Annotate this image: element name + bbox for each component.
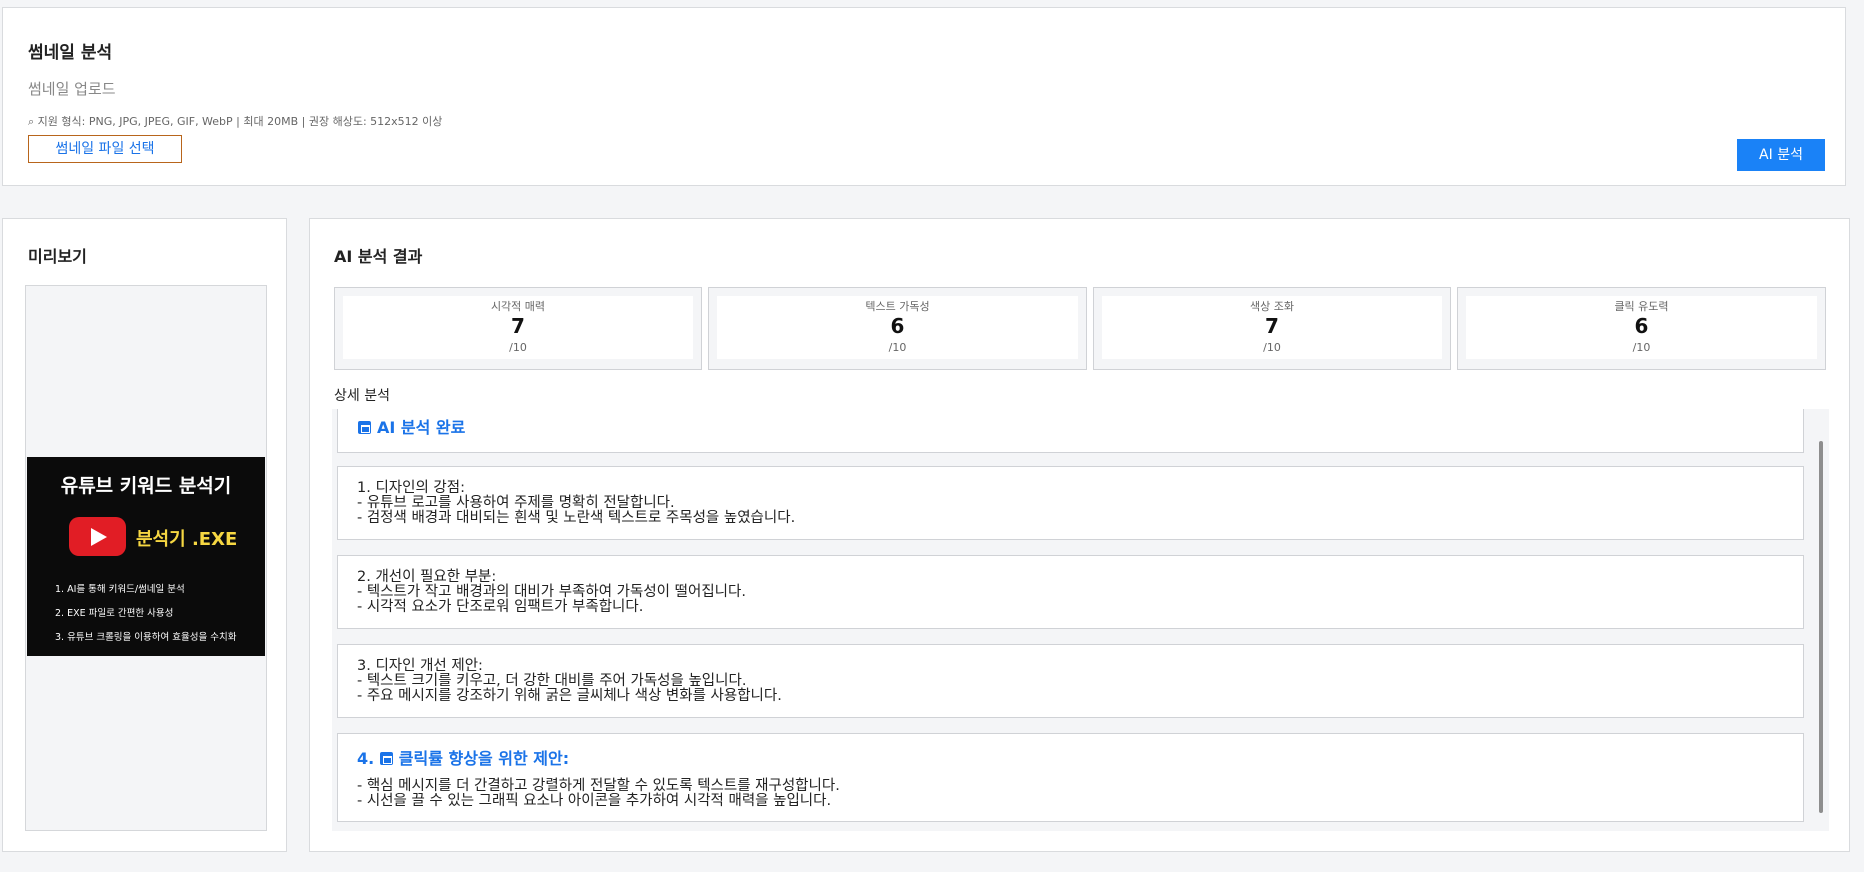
score-name: 텍스트 가독성 xyxy=(865,300,930,313)
section-title: 클릭률 향상을 위한 제안: xyxy=(398,749,570,768)
box-icon xyxy=(379,752,393,765)
score-value: 6 xyxy=(1634,314,1649,338)
score-card-click-appeal: 클릭 유도력 6 /10 xyxy=(1457,287,1826,370)
score-name: 클릭 유도력 xyxy=(1614,300,1669,313)
preview-area: 유튜브 키워드 분석기 분석기 .EXE 1. AI를 통해 키워드/썸네일 분… xyxy=(25,285,267,831)
score-value: 6 xyxy=(890,314,905,338)
section-title: 1. 디자인의 강점: xyxy=(357,480,465,496)
score-card-visual-appeal: 시각적 매력 7 /10 xyxy=(334,287,702,370)
thumbnail-list-item: 3. 유튜브 크롤링을 이용하여 효율성을 수치화 xyxy=(55,632,237,643)
preview-title: 미리보기 xyxy=(28,247,87,266)
thumbnail-list: 1. AI를 통해 키워드/썸네일 분석 2. EXE 파일로 간편한 사용성 … xyxy=(55,578,236,650)
section-strengths: 1. 디자인의 강점: - 유튜브 로고를 사용하여 주제를 명확히 전달합니다… xyxy=(337,466,1804,540)
section-line: - 주요 메시지를 강조하기 위해 굵은 글씨체나 색상 변화를 사용합니다. xyxy=(357,688,782,704)
section-title: 3. 디자인 개선 제안: xyxy=(357,658,483,674)
ai-analyze-button[interactable]: AI 분석 xyxy=(1737,139,1825,171)
score-name: 시각적 매력 xyxy=(490,300,546,313)
thumbnail-list-item: 2. EXE 파일로 간편한 사용성 xyxy=(55,608,174,619)
detail-scroll-area[interactable]: AI 분석 완료 1. 디자인의 강점: - 유튜브 로고를 사용하여 주제를 … xyxy=(332,409,1829,831)
thumbnail-exe-text: 분석기 .EXE xyxy=(136,529,238,550)
section-improvements: 2. 개선이 필요한 부분: - 텍스트가 작고 배경과의 대비가 부족하여 가… xyxy=(337,555,1804,629)
score-card-color-harmony: 색상 조화 7 /10 xyxy=(1093,287,1451,370)
section-line: - 시각적 요소가 단조로워 임팩트가 부족합니다. xyxy=(357,599,644,615)
thumbnail-list-item: 1. AI를 통해 키워드/썸네일 분석 xyxy=(55,584,185,595)
magnifier-icon: ⌕ xyxy=(28,115,35,128)
detail-analysis-label: 상세 분석 xyxy=(334,388,390,404)
upload-card: 썸네일 분석 썸네일 업로드 ⌕ 지원 형식: PNG, JPG, JPEG, … xyxy=(2,7,1846,186)
upload-note-text: 지원 형식: PNG, JPG, JPEG, GIF, WebP | 최대 20… xyxy=(37,115,443,128)
thumbnail-image: 유튜브 키워드 분석기 분석기 .EXE 1. AI를 통해 키워드/썸네일 분… xyxy=(27,457,265,656)
preview-card: 미리보기 유튜브 키워드 분석기 분석기 .EXE 1. AI를 통해 키워드/… xyxy=(2,218,287,852)
score-max: /10 xyxy=(1632,341,1651,354)
section-line: - 텍스트 크기를 키우고, 더 강한 대비를 주어 가독성을 높입니다. xyxy=(357,673,747,689)
section-title: 2. 개선이 필요한 부분: xyxy=(357,569,497,585)
score-card-text-readability: 텍스트 가독성 6 /10 xyxy=(708,287,1087,370)
score-value: 7 xyxy=(1265,314,1279,338)
score-max: /10 xyxy=(888,341,907,354)
section-line: - 유튜브 로고를 사용하여 주제를 명확히 전달합니다. xyxy=(357,495,675,511)
thumbnail-headline: 유튜브 키워드 분석기 xyxy=(60,475,232,497)
score-name: 색상 조화 xyxy=(1250,300,1294,313)
analysis-complete-heading: AI 분석 완료 xyxy=(358,418,465,437)
section-line: - 시선을 끌 수 있는 그래픽 요소나 아이콘을 추가하여 시각적 매력을 높… xyxy=(357,793,832,809)
results-title: AI 분석 결과 xyxy=(334,247,423,266)
score-max: /10 xyxy=(1263,341,1281,354)
section-ctr-suggestions: 4. 클릭률 향상을 위한 제안: - 핵심 메시지를 더 간결하고 강렬하게 … xyxy=(337,733,1804,822)
upload-title: 썸네일 분석 xyxy=(28,43,113,63)
section-line: - 텍스트가 작고 배경과의 대비가 부족하여 가독성이 떨어집니다. xyxy=(357,584,746,600)
youtube-logo-icon xyxy=(69,517,126,556)
analysis-complete-title: AI 분석 완료 xyxy=(377,418,466,437)
score-value: 7 xyxy=(511,314,525,338)
results-card: AI 분석 결과 시각적 매력 7 /10 텍스트 가독성 6 /10 색상 조… xyxy=(309,218,1850,852)
section-ctr-heading: 4. 클릭률 향상을 위한 제안: xyxy=(357,745,1803,769)
box-icon xyxy=(358,421,371,434)
section-number: 4. xyxy=(357,749,375,768)
scrollbar[interactable] xyxy=(1819,441,1823,813)
analysis-complete-section: AI 분석 완료 xyxy=(337,409,1804,453)
upload-format-note: ⌕ 지원 형식: PNG, JPG, JPEG, GIF, WebP | 최대 … xyxy=(28,113,442,129)
score-max: /10 xyxy=(509,341,527,354)
section-line: - 핵심 메시지를 더 간결하고 강렬하게 전달할 수 있도록 텍스트를 재구성… xyxy=(357,778,840,794)
section-design-suggestions: 3. 디자인 개선 제안: - 텍스트 크기를 키우고, 더 강한 대비를 주어… xyxy=(337,644,1804,718)
select-file-button[interactable]: 썸네일 파일 선택 xyxy=(28,135,182,163)
section-line: - 검정색 배경과 대비되는 흰색 및 노란색 텍스트로 주목성을 높였습니다. xyxy=(357,510,796,526)
upload-label: 썸네일 업로드 xyxy=(28,80,116,98)
